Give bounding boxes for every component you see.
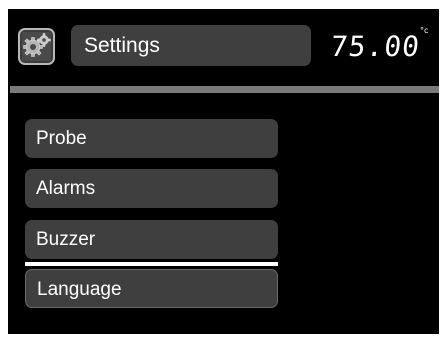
device-screen: Settings 75.00 °c Probe Alarms Buzzer La… — [8, 9, 439, 334]
menu-item-buzzer[interactable]: Buzzer — [25, 220, 278, 259]
menu-item-alarms[interactable]: Alarms — [25, 169, 278, 208]
settings-gears-button[interactable] — [18, 28, 55, 65]
selection-underline — [25, 262, 278, 266]
temperature-unit: °c — [420, 26, 429, 35]
menu-item-language[interactable]: Language — [25, 269, 278, 308]
page-title: Settings — [71, 25, 311, 66]
menu-item-probe[interactable]: Probe — [25, 119, 278, 158]
temperature-readout: 75.00 — [329, 30, 422, 63]
gears-icon — [22, 32, 51, 61]
header-divider — [10, 86, 439, 93]
